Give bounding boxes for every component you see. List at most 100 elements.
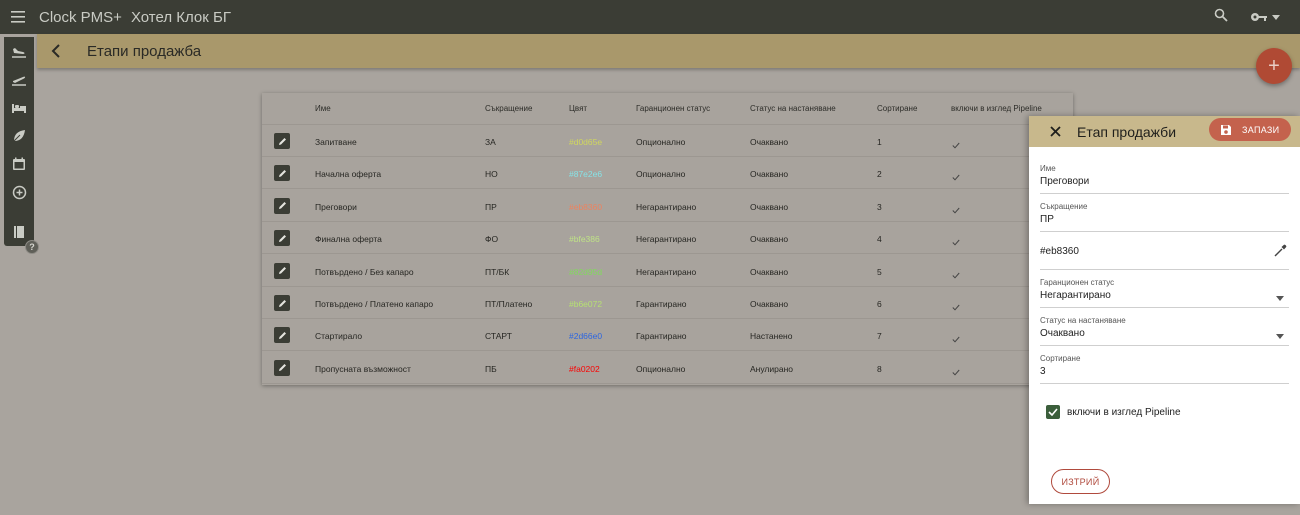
short-field-label: Съкращение — [1040, 202, 1088, 211]
accommodation-status-value: Очаквано — [1040, 328, 1085, 339]
pipeline-check-icon — [952, 330, 960, 348]
table-row[interactable]: Стартирало СТАРТ #2d66e0 Гарантирано Настане… — [262, 319, 1073, 352]
hotel-title[interactable]: Хотел Клок БГ — [131, 9, 231, 26]
col-header-guarantee[interactable]: Гаранционен статус — [636, 104, 710, 113]
edit-row-button[interactable] — [274, 197, 290, 214]
left-nav-rail — [4, 37, 34, 246]
cell-guarantee: Опционално — [636, 137, 686, 147]
cell-guarantee: Опционално — [636, 169, 686, 180]
cell-short: НО — [485, 169, 498, 180]
page-title: Етапи продажба — [87, 42, 202, 60]
edit-row-button[interactable] — [274, 230, 290, 247]
calendar-icon — [13, 157, 25, 170]
close-icon — [1049, 126, 1061, 137]
edit-row-button[interactable] — [274, 327, 290, 344]
guarantee-status-value: Негарантирано — [1040, 290, 1111, 301]
add-fab-button[interactable]: + — [1256, 48, 1292, 84]
page-header: Етапи продажба — [37, 34, 1300, 68]
save-button[interactable]: ЗАПАЗИ — [1209, 118, 1291, 141]
table-row[interactable]: Начална оферта НО #87e2e6 Опционално Очакван… — [262, 157, 1073, 190]
cell-accommodation: Очаквано — [750, 201, 789, 212]
dropdown-arrow-icon — [1276, 288, 1284, 306]
edit-row-button[interactable] — [274, 295, 290, 311]
nav-departures[interactable] — [10, 71, 28, 89]
nav-calendar[interactable] — [10, 155, 28, 173]
leaf-icon — [13, 130, 25, 142]
cell-guarantee: Негарантирано — [636, 234, 697, 245]
search-button[interactable] — [1214, 8, 1228, 27]
table-row[interactable]: Преговори ПР #eb8360 Негарантирано Очаквано 3 — [262, 190, 1073, 222]
cell-sort: 6 — [877, 299, 882, 309]
nav-reports[interactable] — [10, 223, 28, 241]
color-picker-button[interactable] — [1274, 244, 1287, 262]
short-field[interactable]: Съкращение ПР — [1040, 194, 1289, 232]
pipeline-check-icon — [952, 233, 960, 251]
edit-row-button[interactable] — [274, 262, 290, 279]
cell-color: #d0d65e — [569, 137, 603, 147]
cell-accommodation: Очаквано — [750, 137, 789, 147]
col-header-color[interactable]: Цвят — [569, 104, 587, 113]
accommodation-status-select[interactable]: Статус на настаняване Очаквано — [1040, 308, 1289, 346]
guarantee-status-select[interactable]: Гаранционен статус Негарантирано — [1040, 270, 1289, 308]
delete-button[interactable]: ИЗТРИЙ — [1051, 469, 1110, 494]
nav-spa[interactable] — [10, 127, 28, 145]
edit-icon — [278, 331, 286, 339]
table-row[interactable]: Запитване ЗА #d0d65e Опционално Очаквано 1 — [262, 125, 1073, 157]
col-header-short[interactable]: Съкращение — [485, 104, 532, 113]
cell-accommodation: Очаквано — [750, 299, 789, 309]
cell-accommodation: Анулирано — [750, 363, 794, 374]
name-field[interactable]: Име Преговори — [1040, 156, 1289, 194]
edit-row-button[interactable] — [274, 133, 290, 149]
col-header-sort[interactable]: Сортиране — [877, 104, 917, 113]
table-row[interactable]: Потвърдено / Платено капаро ПТ/Платено #b6… — [262, 287, 1073, 319]
edit-row-button[interactable] — [274, 359, 290, 376]
cell-name: Финална оферта — [315, 234, 382, 245]
cell-color: #87e2e6 — [569, 169, 603, 180]
account-menu-button[interactable] — [1250, 11, 1280, 23]
color-field[interactable]: #eb8360 — [1040, 232, 1289, 270]
nav-arrivals[interactable] — [10, 43, 28, 61]
cell-color: #fa0202 — [569, 363, 600, 374]
dropdown-arrow-icon — [1276, 326, 1284, 344]
col-header-pipeline[interactable]: включи в изглед Pipeline — [951, 104, 1042, 113]
nav-rooms[interactable] — [10, 99, 28, 117]
cell-short: ПР — [485, 201, 497, 212]
close-panel-button[interactable] — [1035, 116, 1075, 147]
nav-add[interactable] — [10, 183, 28, 201]
sort-field[interactable]: Сортиране 3 — [1040, 346, 1289, 384]
pipeline-check-icon — [952, 298, 960, 316]
table-row[interactable]: Пропусната възможност ПБ #fa0202 Опционално… — [262, 352, 1073, 384]
col-header-name[interactable]: Име — [315, 104, 331, 113]
cell-color: #b6e072 — [569, 299, 603, 309]
cell-color: #82d95d — [569, 266, 603, 277]
panel-title: Етап продажби — [1077, 123, 1177, 140]
cell-name: Пропусната възможност — [315, 363, 411, 374]
save-button-label: ЗАПАЗИ — [1242, 124, 1280, 135]
cell-name: Потвърдено / Платено капаро — [315, 299, 434, 309]
menu-button[interactable] — [0, 0, 38, 34]
flight-land-icon — [12, 48, 26, 58]
short-field-value: ПР — [1040, 214, 1054, 225]
cell-short: СТАРТ — [485, 331, 512, 342]
cell-guarantee: Гарантирано — [636, 331, 687, 342]
cell-short: ПТ/БК — [485, 266, 510, 277]
cell-name: Преговори — [315, 201, 357, 212]
edit-row-button[interactable] — [274, 165, 290, 182]
cell-sort: 5 — [877, 266, 882, 277]
accommodation-status-label: Статус на настаняване — [1040, 316, 1126, 325]
cell-accommodation: Очаквано — [750, 234, 789, 245]
pipeline-checkbox-row[interactable]: включи в изглед Pipeline — [1046, 405, 1181, 419]
flight-takeoff-icon — [12, 76, 26, 86]
back-button[interactable] — [37, 34, 75, 68]
col-header-accommodation[interactable]: Статус на настаняване — [750, 104, 836, 113]
guarantee-status-label: Гаранционен статус — [1040, 278, 1115, 287]
cell-short: ЗА — [485, 137, 496, 147]
pipeline-checkbox[interactable] — [1046, 405, 1060, 419]
table-row[interactable]: Финална оферта ФО #bfe386 Негарантирано Очак… — [262, 222, 1073, 255]
help-badge[interactable]: ? — [25, 240, 39, 254]
check-icon — [1048, 408, 1058, 416]
table-row[interactable]: Потвърдено / Без капаро ПТ/БК #82d95d Негар… — [262, 255, 1073, 287]
cell-guarantee: Опционално — [636, 363, 686, 374]
cell-sort: 7 — [877, 331, 882, 342]
cell-name: Начална оферта — [315, 169, 382, 180]
